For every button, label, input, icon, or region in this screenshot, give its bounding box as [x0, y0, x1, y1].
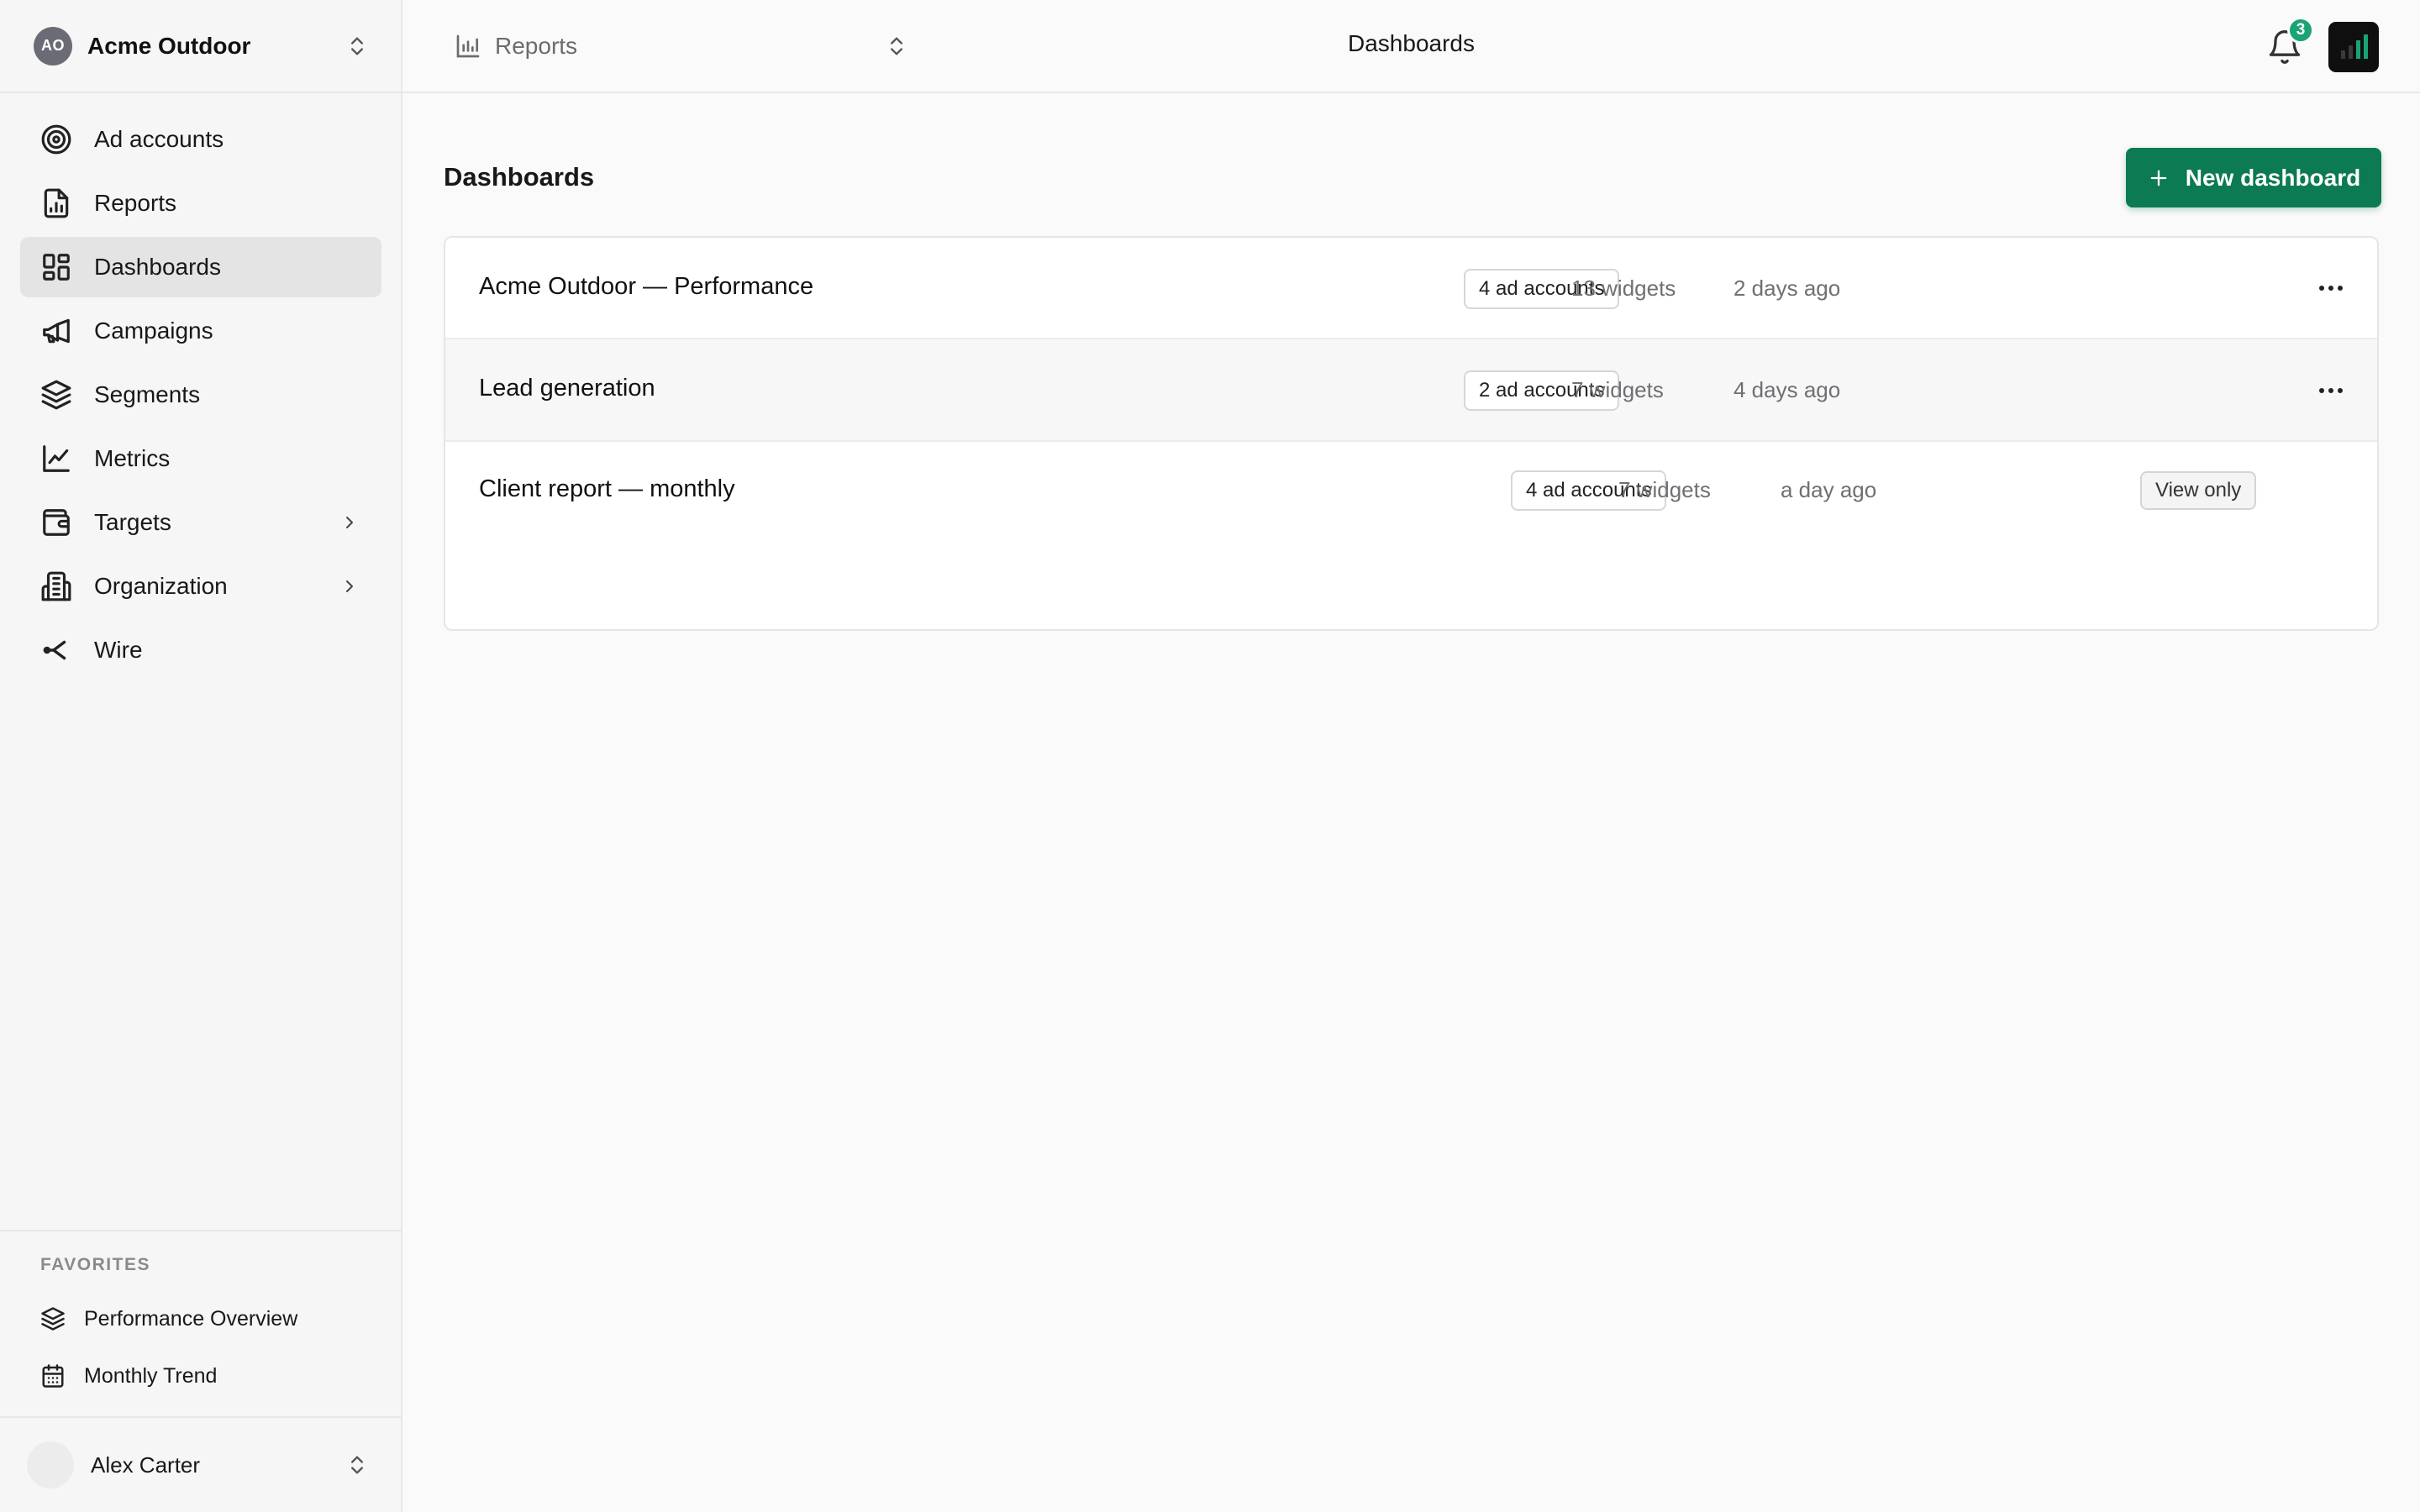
dashboard-icon [43, 254, 70, 281]
favorites-title: FAVORITES [40, 1255, 150, 1274]
sidebar-item-label: Ad accounts [94, 126, 224, 152]
calendar-icon [42, 1364, 64, 1388]
sidebar-item-campaigns[interactable]: Campaigns [20, 301, 381, 361]
chevron-up-down-icon [891, 37, 902, 55]
line-chart-icon [43, 445, 70, 472]
table-row[interactable]: Client report — monthly 4 ad accounts 7 … [445, 442, 2377, 629]
report-switcher[interactable]: Reports [455, 25, 908, 67]
sidebar-item-organization[interactable]: Organization [20, 556, 381, 617]
dashboard-name: Client report — monthly [479, 475, 735, 502]
report-switcher-label: Reports [495, 33, 578, 59]
target-icon [41, 124, 71, 155]
user-menu[interactable]: Alex Carter [0, 1416, 401, 1512]
sidebar-item-label: Metrics [94, 445, 171, 471]
widget-count: 13 widgets [1571, 276, 1676, 301]
more-horizontal-icon [2319, 388, 2343, 393]
org-switcher[interactable]: AO Acme Outdoor [0, 0, 401, 93]
signal-bars-icon [2341, 34, 2368, 59]
sidebar: AO Acme Outdoor Ad accounts Reports Dash… [0, 0, 402, 1512]
main-content: Dashboards New dashboard Acme Outdoor — … [402, 93, 2420, 1512]
top-bar: Reports Dashboards 3 [402, 0, 2420, 93]
favorites-section: FAVORITES Performance Overview Monthly T… [0, 1230, 401, 1416]
new-dashboard-button[interactable]: New dashboard [2126, 148, 2381, 207]
wire-icon [43, 640, 66, 660]
sidebar-item-segments[interactable]: Segments [20, 365, 381, 425]
layers-icon [41, 380, 71, 410]
building-icon [41, 571, 71, 601]
user-name: Alex Carter [91, 1452, 201, 1478]
sidebar-nav: Ad accounts Reports Dashboards Campaigns… [20, 109, 381, 684]
sidebar-item-label: Segments [94, 381, 201, 407]
chevron-up-down-icon [351, 1456, 363, 1474]
row-menu-button[interactable] [2311, 271, 2351, 305]
sidebar-item-targets[interactable]: Targets [20, 492, 381, 553]
sidebar-item-label: Wire [94, 637, 143, 663]
bar-chart-icon [456, 34, 480, 58]
sidebar-item-reports[interactable]: Reports [20, 173, 381, 234]
favorite-label: Performance Overview [84, 1306, 298, 1331]
avatar [27, 1441, 74, 1488]
sidebar-item-label: Campaigns [94, 318, 213, 344]
page-title: Dashboards [444, 162, 595, 192]
widget-count: 7 widgets [1618, 477, 1711, 502]
sidebar-item-label: Organization [94, 573, 228, 599]
updated-time: 4 days ago [1733, 377, 1841, 402]
wallet-icon [43, 509, 70, 536]
file-chart-icon [44, 188, 69, 218]
sidebar-item-label: Dashboards [94, 254, 221, 280]
chevron-right-icon [346, 517, 353, 528]
new-dashboard-label: New dashboard [2185, 164, 2361, 191]
sidebar-item-dashboards[interactable]: Dashboards [20, 237, 381, 297]
more-horizontal-icon [2319, 286, 2343, 291]
table-row[interactable]: Acme Outdoor — Performance 4 ad accounts… [445, 238, 2377, 339]
plus-icon [2150, 170, 2167, 186]
chevron-right-icon [346, 580, 353, 592]
sidebar-item-label: Targets [94, 509, 171, 535]
row-menu-button[interactable] [2311, 374, 2351, 407]
megaphone-icon [43, 318, 70, 344]
table-row[interactable]: Lead generation 2 ad accounts 7 widgets … [445, 339, 2377, 442]
sidebar-item-ad-accounts[interactable]: Ad accounts [20, 109, 381, 170]
sidebar-item-metrics[interactable]: Metrics [20, 428, 381, 489]
sidebar-item-wire[interactable]: Wire [20, 620, 381, 680]
org-name: Acme Outdoor [87, 32, 251, 59]
widget-count: 7 widgets [1571, 377, 1664, 402]
sidebar-item-label: Reports [94, 190, 177, 216]
org-avatar: AO [34, 26, 72, 66]
layers-icon [41, 1307, 65, 1331]
updated-time: a day ago [1781, 477, 1877, 502]
notification-badge: 3 [2287, 17, 2314, 44]
updated-time: 2 days ago [1733, 276, 1841, 301]
dashboards-table: Acme Outdoor — Performance 4 ad accounts… [444, 236, 2379, 631]
view-only-badge: View only [2140, 471, 2257, 510]
chevron-up-down-icon [351, 37, 363, 55]
dashboard-name: Acme Outdoor — Performance [479, 273, 814, 300]
favorite-label: Monthly Trend [84, 1363, 218, 1388]
favorite-performance-overview[interactable]: Performance Overview [24, 1294, 376, 1344]
favorite-monthly-trend[interactable]: Monthly Trend [24, 1351, 376, 1401]
app-logo[interactable] [2328, 22, 2379, 72]
dashboard-name: Lead generation [479, 375, 655, 402]
